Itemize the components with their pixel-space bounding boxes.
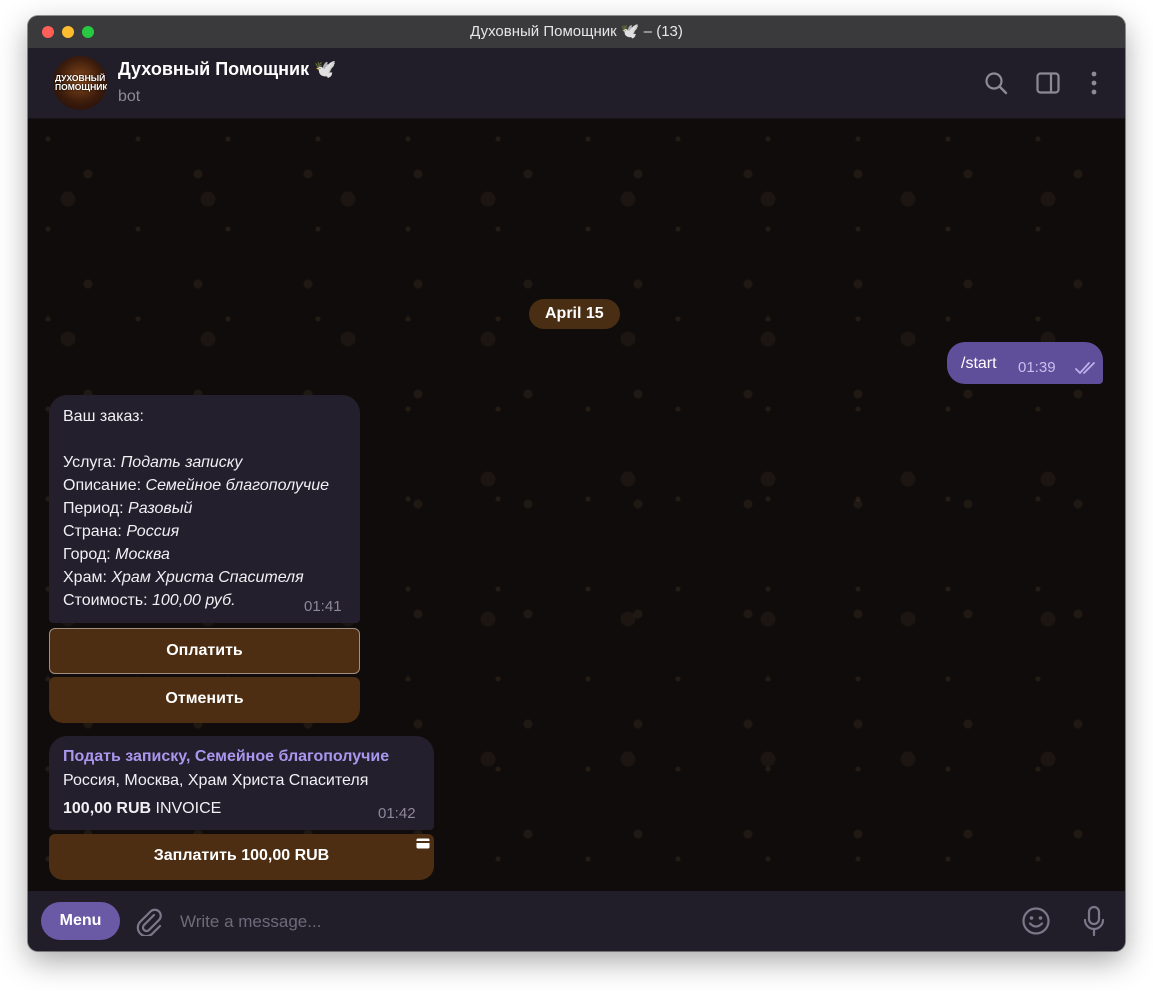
avatar[interactable]: ДУХОВНЫЙ ПОМОЩНИК [53, 56, 107, 110]
order-line-temple: Храм: Храм Христа Спасителя [63, 569, 304, 586]
order-line-price: Стоимость: 100,00 руб. [63, 592, 236, 609]
double-check-icon [1075, 362, 1095, 374]
paperclip-icon[interactable] [135, 906, 163, 936]
more-vertical-icon[interactable] [1081, 70, 1107, 96]
message-time: 01:42 [378, 805, 416, 822]
order-line-city: Город: Москва [63, 546, 170, 563]
bot-menu-button[interactable]: Menu [41, 902, 120, 940]
message-time: 01:39 [1018, 359, 1056, 376]
message-text: /start [961, 355, 997, 372]
order-heading: Ваш заказ: [63, 408, 144, 425]
invoice-description: Россия, Москва, Храм Христа Спасителя [63, 772, 369, 789]
chat-status: bot [118, 88, 141, 105]
cancel-button[interactable]: Отменить [49, 677, 360, 723]
pay-button[interactable]: Оплатить [49, 628, 360, 674]
invoice-amount: 100,00 RUB [63, 800, 152, 817]
minimize-window-button[interactable] [62, 26, 74, 38]
date-separator: April 15 [529, 299, 620, 329]
invoice-pay-button[interactable]: Заплатить 100,00 RUB [49, 834, 434, 880]
title-bar: Духовный Помощник 🕊️ – (13) [28, 16, 1125, 48]
invoice-amount-line: 100,00 RUB INVOICE [63, 800, 221, 818]
avatar-logo-text: ДУХОВНЫЙ ПОМОЩНИК [55, 73, 107, 92]
invoice-message[interactable]: Подать записку, Семейное благополучие Ро… [49, 736, 434, 830]
window-title: Духовный Помощник 🕊️ – (13) [470, 23, 683, 40]
message-time: 01:41 [304, 598, 342, 615]
chat-title[interactable]: Духовный Помощник 🕊️ [118, 59, 337, 80]
order-line-country: Страна: Россия [63, 523, 180, 540]
invoice-pay-label: Заплатить 100,00 RUB [153, 847, 330, 864]
order-line-service: Услуга: Подать записку [63, 454, 243, 471]
close-window-button[interactable] [42, 26, 54, 38]
order-message[interactable]: Ваш заказ: Услуга: Подать записку Описан… [49, 395, 360, 623]
message-list[interactable]: April 15 /start 01:39 Ваш заказ: Услуга:… [28, 119, 1125, 891]
sidebar-toggle-icon[interactable] [1035, 70, 1061, 96]
credit-card-icon [416, 838, 430, 849]
chat-header[interactable]: ДУХОВНЫЙ ПОМОЩНИК Духовный Помощник 🕊️ b… [28, 48, 1125, 119]
microphone-icon[interactable] [1082, 905, 1106, 937]
message-composer: Menu [28, 891, 1125, 951]
message-input[interactable] [178, 905, 982, 939]
invoice-label: INVOICE [155, 800, 222, 817]
outgoing-message[interactable]: /start 01:39 [947, 342, 1103, 384]
zoom-window-button[interactable] [82, 26, 94, 38]
emoji-icon[interactable] [1021, 906, 1051, 936]
order-line-period: Период: Разовый [63, 500, 193, 517]
app-window: Духовный Помощник 🕊️ – (13) ДУХОВНЫЙ ПОМ… [28, 16, 1125, 951]
invoice-title: Подать записку, Семейное благополучие [63, 748, 390, 765]
search-icon[interactable] [983, 70, 1009, 96]
order-line-description: Описание: Семейное благополучие [63, 477, 330, 494]
